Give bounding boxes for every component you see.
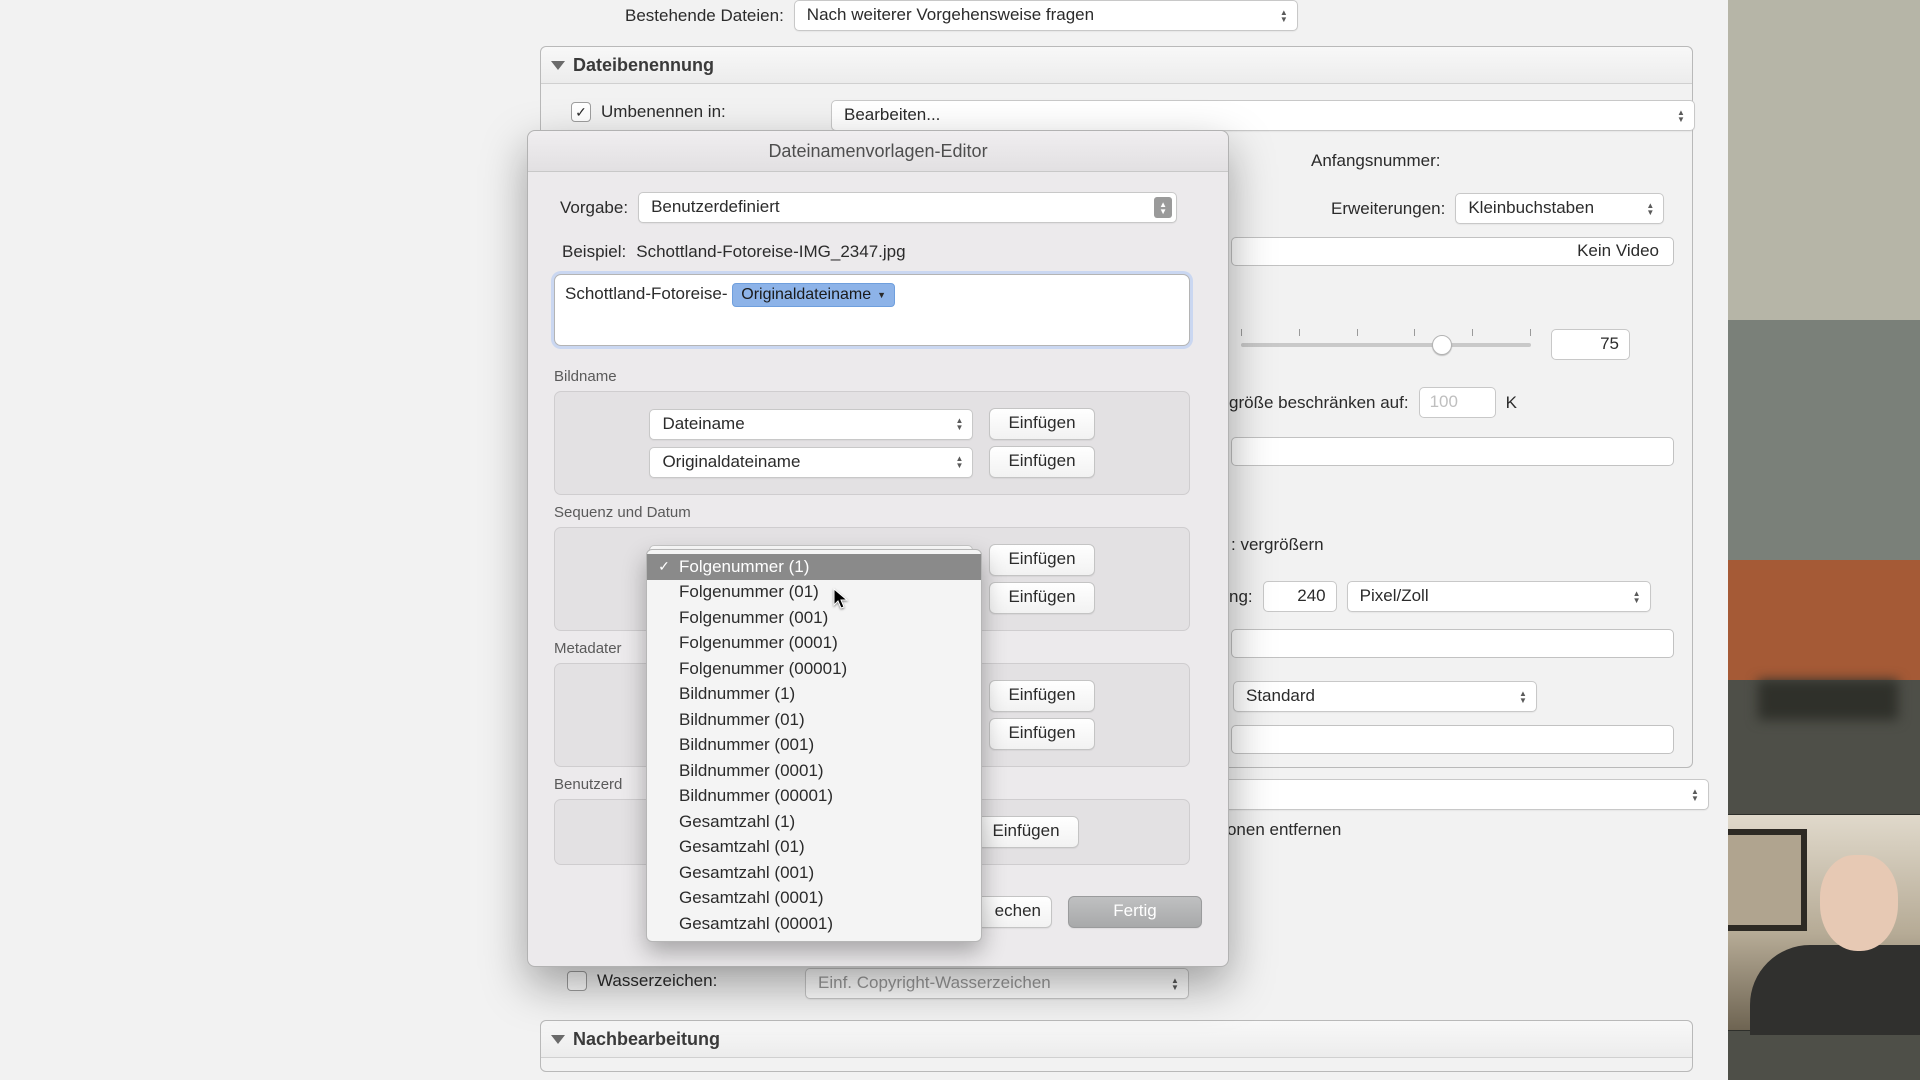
- watermark-select[interactable]: Einf. Copyright-Wasserzeichen ▲▼: [805, 968, 1189, 999]
- popup-item[interactable]: ✓Folgenummer (1): [647, 554, 981, 580]
- chevron-down-icon: ▼: [877, 290, 886, 300]
- sequence-format-popup[interactable]: ✓Folgenummer (1)Folgenummer (01)Folgenum…: [646, 549, 982, 942]
- section-file-naming-header[interactable]: Dateibenennung: [541, 47, 1692, 84]
- updown-icon: ▲▼: [950, 452, 968, 473]
- updown-icon: ▲▼: [1641, 198, 1659, 219]
- modal-title: Dateinamenvorlagen-Editor: [528, 131, 1228, 172]
- updown-icon: ▲▼: [1628, 586, 1646, 607]
- limit-label: größe beschränken auf:: [1229, 393, 1409, 413]
- image-name-select-1[interactable]: Dateiname▲▼: [649, 409, 973, 440]
- updown-icon: ▲▼: [1166, 973, 1184, 994]
- rename-checkbox[interactable]: ✓: [571, 102, 591, 122]
- updown-icon: ▲▼: [1686, 784, 1704, 805]
- example-label: Beispiel:: [562, 242, 626, 262]
- resolution-unit-select[interactable]: Pixel/Zoll ▲▼: [1347, 581, 1651, 612]
- resolution-input[interactable]: 240: [1263, 581, 1337, 612]
- disclosure-triangle-icon: [551, 1035, 565, 1044]
- rename-select[interactable]: Bearbeiten... ▲▼: [831, 100, 1695, 131]
- watermark-value: Einf. Copyright-Wasserzeichen: [818, 973, 1051, 992]
- existing-files-label: Bestehende Dateien:: [625, 6, 784, 26]
- watermark-checkbox[interactable]: [567, 971, 587, 991]
- insert-button[interactable]: Einfügen: [989, 446, 1094, 478]
- section-post-processing: Nachbearbeitung: [540, 1020, 1693, 1072]
- enlarge-fragment: : vergrößern: [1231, 535, 1324, 555]
- resolution-suffix: ng:: [1229, 587, 1253, 607]
- image-name-select-2[interactable]: Originaldateiname▲▼: [649, 447, 973, 478]
- quality-slider[interactable]: [1241, 343, 1531, 347]
- updown-icon: ▲▼: [1672, 105, 1690, 126]
- section-post-processing-title: Nachbearbeitung: [573, 1029, 720, 1050]
- example-value: Schottland-Fotoreise-IMG_2347.jpg: [636, 242, 905, 262]
- section-file-naming-title: Dateibenennung: [573, 55, 714, 76]
- popup-item[interactable]: Bildnummer (0001): [647, 758, 981, 784]
- updown-icon: ▲▼: [950, 414, 968, 435]
- start-number-label: Anfangsnummer:: [1311, 151, 1440, 171]
- sharpen-value: Standard: [1246, 686, 1315, 705]
- group-image-title: Bildname: [554, 368, 1190, 385]
- insert-button[interactable]: Einfügen: [989, 582, 1094, 614]
- no-video-badge: Kein Video: [1231, 237, 1674, 266]
- popup-item[interactable]: Folgenummer (01): [647, 580, 981, 606]
- insert-button[interactable]: Einfügen: [973, 816, 1078, 848]
- preset-value: Benutzerdefiniert: [651, 197, 780, 216]
- insert-button[interactable]: Einfügen: [989, 544, 1094, 576]
- updown-icon: ▲▼: [1275, 5, 1293, 26]
- preset-label: Vorgabe:: [560, 198, 628, 218]
- popup-item[interactable]: Gesamtzahl (1): [647, 809, 981, 835]
- popup-item[interactable]: Bildnummer (01): [647, 707, 981, 733]
- insert-button[interactable]: Einfügen: [989, 408, 1094, 440]
- row-placeholder-1: [1231, 437, 1674, 466]
- group-sequence-title: Sequenz und Datum: [554, 504, 1190, 521]
- popup-item[interactable]: Bildnummer (1): [647, 682, 981, 708]
- popup-item[interactable]: Folgenummer (00001): [647, 656, 981, 682]
- watermark-label: Wasserzeichen:: [597, 971, 717, 991]
- row-placeholder-2: [1231, 629, 1674, 658]
- rename-value: Bearbeiten...: [844, 105, 940, 124]
- popup-item[interactable]: Gesamtzahl (00001): [647, 911, 981, 937]
- popup-item[interactable]: Gesamtzahl (01): [647, 835, 981, 861]
- extensions-value: Kleinbuchstaben: [1468, 198, 1594, 217]
- sharpen-select[interactable]: Standard ▲▼: [1233, 681, 1537, 712]
- updown-icon: ▲▼: [1514, 686, 1532, 707]
- extensions-label: Erweiterungen:: [1331, 199, 1445, 219]
- popup-item[interactable]: Bildnummer (001): [647, 733, 981, 759]
- popup-item[interactable]: Folgenummer (001): [647, 605, 981, 631]
- extensions-select[interactable]: Kleinbuchstaben ▲▼: [1455, 193, 1664, 224]
- updown-icon: ▲▼: [1154, 197, 1172, 218]
- limit-unit: K: [1506, 393, 1517, 413]
- template-text-prefix: Schottland-Fotoreise-: [565, 284, 732, 303]
- done-button[interactable]: Fertig: [1068, 896, 1202, 928]
- resolution-unit-value: Pixel/Zoll: [1360, 586, 1429, 605]
- popup-item[interactable]: Gesamtzahl (001): [647, 860, 981, 886]
- preset-select[interactable]: Benutzerdefiniert ▲▼: [638, 192, 1177, 223]
- existing-files-value: Nach weiterer Vorgehensweise fragen: [807, 5, 1094, 24]
- existing-files-select[interactable]: Nach weiterer Vorgehensweise fragen ▲▼: [794, 0, 1298, 31]
- token-original-filename[interactable]: Originaldateiname ▼: [732, 283, 895, 307]
- limit-input[interactable]: 100: [1419, 387, 1496, 418]
- rename-label: Umbenennen in:: [601, 102, 726, 122]
- disclosure-triangle-icon: [551, 61, 565, 70]
- section-post-processing-header[interactable]: Nachbearbeitung: [541, 1021, 1692, 1058]
- row-placeholder-3: [1231, 725, 1674, 754]
- template-token-field[interactable]: Schottland-Fotoreise- Originaldateiname …: [554, 274, 1190, 346]
- quality-value[interactable]: 75: [1551, 329, 1630, 360]
- popup-item[interactable]: Gesamtzahl (0001): [647, 886, 981, 912]
- insert-button[interactable]: Einfügen: [989, 680, 1094, 712]
- popup-item[interactable]: Bildnummer (00001): [647, 784, 981, 810]
- popup-item[interactable]: Folgenummer (0001): [647, 631, 981, 657]
- insert-button[interactable]: Einfügen: [989, 718, 1094, 750]
